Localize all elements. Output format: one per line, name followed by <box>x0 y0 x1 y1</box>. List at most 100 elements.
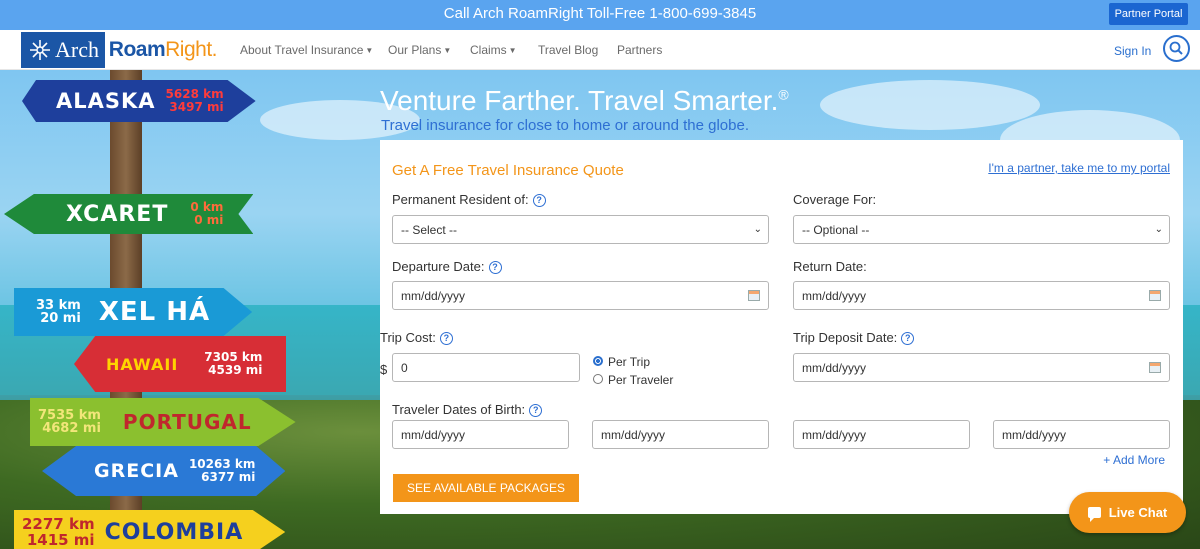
sign-mi: 4682 mi <box>42 421 101 436</box>
logo-right-text: Right. <box>165 38 217 61</box>
sign-mi: 0 mi <box>194 213 224 227</box>
help-icon[interactable]: ? <box>439 332 453 345</box>
resident-select[interactable]: -- Select -- ⌄ <box>392 215 769 244</box>
calendar-icon[interactable] <box>1149 290 1161 301</box>
destination-sign-colombia: 2277 km 1415 mi COLOMBIA <box>14 510 286 549</box>
sign-distance: 7535 km 4682 mi <box>38 409 101 435</box>
sign-mi: 3497 mi <box>169 100 224 114</box>
arch-roamright-logo[interactable]: Arch Roam Right. <box>21 32 217 68</box>
trip-cost-label-text: Trip Cost: <box>380 330 436 345</box>
headline-text: Venture Farther. Travel Smarter. <box>380 85 779 116</box>
main-nav: Arch Roam Right. About Travel Insurance ▼ … <box>0 30 1200 70</box>
dob-placeholder: mm/dd/yyyy <box>1002 427 1067 442</box>
nav-about-travel-insurance[interactable]: About Travel Insurance ▼ <box>240 43 373 57</box>
logo-badge: Arch <box>21 32 105 68</box>
return-date-input[interactable]: mm/dd/yyyy <box>793 281 1170 310</box>
sign-distance: 10263 km 6377 mi <box>189 458 255 484</box>
add-more-travelers-link[interactable]: + Add More <box>1103 453 1165 467</box>
destination-sign-alaska: ALASKA 5628 km 3497 mi <box>22 80 256 122</box>
traveler-dob-input[interactable]: mm/dd/yyyy <box>993 420 1170 449</box>
sign-name: XCARET <box>66 201 169 227</box>
sign-distance: 5628 km 3497 mi <box>166 88 224 114</box>
logo-arch-text: Arch <box>55 37 99 62</box>
sign-km: 0 km <box>190 200 224 214</box>
sign-name: GRECIA <box>94 460 179 482</box>
deposit-date-input[interactable]: mm/dd/yyyy <box>793 353 1170 382</box>
per-traveler-label[interactable]: Per Traveler <box>608 373 673 387</box>
traveler-dob-input[interactable]: mm/dd/yyyy <box>793 420 970 449</box>
sign-name: COLOMBIA <box>104 519 244 545</box>
live-chat-button[interactable]: Live Chat <box>1069 492 1186 533</box>
sign-distance: 2277 km 1415 mi <box>22 516 95 548</box>
partner-portal-button[interactable]: Partner Portal <box>1109 3 1188 25</box>
nav-label: Partners <box>617 43 663 57</box>
coverage-select[interactable]: -- Optional -- ⌄ <box>793 215 1170 244</box>
logo-roam-text: Roam <box>108 38 166 61</box>
search-icon <box>1169 41 1183 55</box>
return-label: Return Date: <box>793 259 867 274</box>
coverage-select-value: -- Optional -- <box>802 222 870 237</box>
currency-symbol: $ <box>380 362 388 377</box>
sign-km: 5628 km <box>165 87 224 101</box>
sign-name: PORTUGAL <box>122 410 252 434</box>
nav-partners[interactable]: Partners <box>617 43 662 57</box>
nav-label: About Travel Insurance <box>240 43 364 57</box>
sign-in-link[interactable]: Sign In <box>1114 44 1151 58</box>
hero-subheadline: Travel insurance for close to home or ar… <box>381 117 749 134</box>
destination-sign-portugal: 7535 km 4682 mi PORTUGAL <box>30 398 296 446</box>
destination-sign-xcaret: XCARET 0 km 0 mi <box>4 194 254 234</box>
per-trip-radio[interactable] <box>593 356 603 366</box>
dob-label: Traveler Dates of Birth:? <box>392 402 543 417</box>
sign-mi: 4539 mi <box>208 363 263 377</box>
partner-portal-link[interactable]: I'm a partner, take me to my portal <box>988 161 1170 175</box>
destination-sign-xel-ha: 33 km 20 mi XEL HÁ <box>14 288 253 336</box>
nav-claims[interactable]: Claims ▼ <box>470 43 517 57</box>
help-icon[interactable]: ? <box>532 194 546 207</box>
chat-bubble-icon <box>1087 507 1101 522</box>
caret-down-icon: ▼ <box>365 46 374 55</box>
chevron-down-icon: ⌄ <box>753 224 762 235</box>
search-button[interactable] <box>1163 35 1190 62</box>
nav-our-plans[interactable]: Our Plans ▼ <box>388 43 451 57</box>
deposit-label: Trip Deposit Date:? <box>793 330 915 345</box>
traveler-dob-input[interactable]: mm/dd/yyyy <box>592 420 769 449</box>
per-trip-label[interactable]: Per Trip <box>608 355 650 369</box>
per-traveler-radio[interactable] <box>593 374 603 384</box>
trip-cost-input[interactable]: 0 <box>392 353 580 382</box>
live-chat-label: Live Chat <box>1108 505 1168 520</box>
departure-date-input[interactable]: mm/dd/yyyy <box>392 281 769 310</box>
help-icon[interactable]: ? <box>901 332 915 345</box>
departure-label: Departure Date:? <box>392 259 502 274</box>
traveler-dob-input[interactable]: mm/dd/yyyy <box>392 420 569 449</box>
sign-name: XEL HÁ <box>98 297 211 327</box>
cloud <box>820 80 1040 130</box>
sign-name: HAWAII <box>106 354 179 374</box>
sign-distance: 7305 km 4539 mi <box>204 351 262 377</box>
toll-free-phone[interactable]: Call Arch RoamRight Toll-Free 1-800-699-… <box>0 5 1200 22</box>
sign-mi: 20 mi <box>40 311 81 326</box>
nav-label: Our Plans <box>388 43 442 57</box>
quote-form-card: Get A Free Travel Insurance Quote I'm a … <box>380 140 1183 514</box>
calendar-icon[interactable] <box>1149 362 1161 373</box>
help-icon[interactable]: ? <box>529 404 543 417</box>
caret-down-icon: ▼ <box>508 46 517 55</box>
see-available-packages-button[interactable]: SEE AVAILABLE PACKAGES <box>393 474 579 502</box>
nav-label: Travel Blog <box>538 43 599 57</box>
dob-label-text: Traveler Dates of Birth: <box>392 402 526 417</box>
trip-cost-label: Trip Cost:? <box>380 330 453 345</box>
deposit-label-text: Trip Deposit Date: <box>793 330 898 345</box>
sign-name: ALASKA <box>56 89 156 113</box>
help-icon[interactable]: ? <box>488 261 502 274</box>
sign-distance: 0 km 0 mi <box>190 201 223 227</box>
hero-headline: Venture Farther. Travel Smarter.® <box>380 85 789 117</box>
sign-mi: 1415 mi <box>26 531 95 549</box>
destination-sign-hawaii: HAWAII 7305 km 4539 mi <box>74 336 287 392</box>
resident-select-value: -- Select -- <box>401 222 458 237</box>
compass-star-icon <box>30 40 50 60</box>
dob-placeholder: mm/dd/yyyy <box>401 427 466 442</box>
calendar-icon[interactable] <box>748 290 760 301</box>
caret-down-icon: ▼ <box>443 46 452 55</box>
quote-form-title: Get A Free Travel Insurance Quote <box>392 162 624 179</box>
nav-travel-blog[interactable]: Travel Blog <box>538 43 598 57</box>
sign-mi: 6377 mi <box>201 470 256 484</box>
